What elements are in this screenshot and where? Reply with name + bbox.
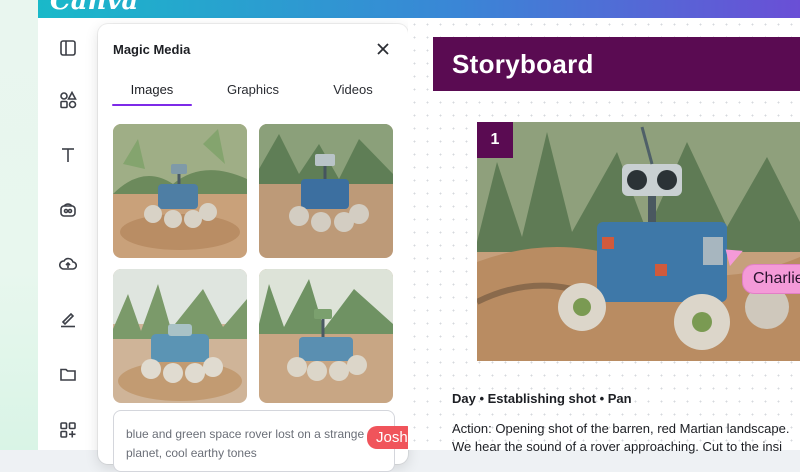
action-text-continued[interactable]: We hear the sound of a rover approaching… [452,439,782,454]
canva-logo: Canva [50,0,139,16]
magic-media-panel: Magic Media Images Graphics Videos blue … [98,24,408,472]
tab-images[interactable]: Images [112,78,192,108]
result-thumbnail[interactable] [113,124,247,258]
brand-icon[interactable] [58,200,78,220]
apps-icon[interactable] [58,420,78,440]
prompt-input[interactable]: blue and green space rover lost on a str… [113,410,395,472]
frame-number-badge: 1 [477,122,513,158]
background-strip [0,0,38,450]
text-icon[interactable] [58,145,78,165]
close-panel-button[interactable] [372,38,394,60]
tab-videos[interactable]: Videos [313,78,393,108]
folder-icon[interactable] [58,364,78,384]
result-thumbnail[interactable] [259,124,393,258]
storyboard-banner[interactable]: Storyboard [433,37,800,91]
shot-description[interactable]: Day • Establishing shot • Pan [452,391,632,406]
rover-scene-image [477,122,800,361]
rover-image-1 [113,124,247,258]
prompt-text: blue and green space rover lost on a str… [126,427,365,460]
close-icon [377,43,389,55]
elements-icon[interactable] [58,90,78,110]
rover-image-2 [259,124,393,258]
top-bar: Canva [38,0,800,18]
upload-icon[interactable] [58,254,78,274]
tab-graphics[interactable]: Graphics [213,78,293,108]
layout-icon[interactable] [58,38,78,58]
storyboard-title: Storyboard [452,49,594,79]
result-thumbnail[interactable] [113,269,247,403]
draw-icon[interactable] [58,309,78,329]
panel-title: Magic Media [113,42,191,57]
media-tabs: Images Graphics Videos [98,78,408,108]
action-text[interactable]: Action: Opening shot of the barren, red … [452,421,789,436]
result-thumbnail[interactable] [259,269,393,403]
rover-image-3 [113,269,247,403]
collaborator-tag-charlie: Charlie [742,264,800,294]
storyboard-frame-image[interactable] [477,122,800,361]
side-rail [38,18,98,450]
rover-image-4 [259,269,393,403]
